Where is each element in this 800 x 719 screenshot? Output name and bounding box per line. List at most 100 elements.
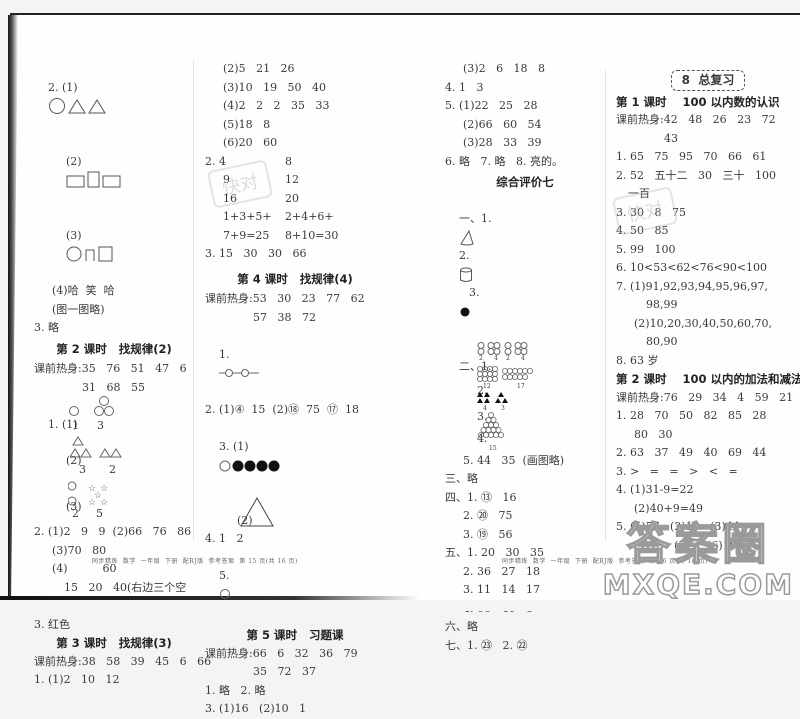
circle-pyramid-icon bbox=[478, 411, 504, 438]
answer-line: (4)2 2 2 35 33 bbox=[223, 99, 330, 112]
answer-line: 3. 11 14 17 bbox=[463, 583, 540, 596]
answer-label: 一、1. bbox=[459, 212, 492, 225]
answer-line: (2) bbox=[205, 494, 385, 530]
sphere-icon bbox=[460, 307, 470, 316]
answer-number: 15 bbox=[489, 444, 497, 452]
lesson-heading: 第 2 课时 100 以内的加法和减法 bbox=[616, 372, 800, 386]
svg-text:☆: ☆ bbox=[88, 498, 96, 508]
cone-icon bbox=[460, 229, 474, 245]
answer-label: 2. bbox=[459, 249, 470, 262]
answer-label: 2. (1) bbox=[48, 80, 78, 94]
answer-line: 7. (1)91,92,93,94,95,96,97, bbox=[616, 279, 769, 293]
warmup-line: 57 38 72 bbox=[253, 310, 316, 324]
answer-line: 80,90 bbox=[646, 335, 678, 348]
shapes-circle-square-icon bbox=[66, 246, 113, 262]
warmup-line: 35 72 37 bbox=[253, 665, 316, 678]
answer-line: 1. 65 75 95 70 66 61 bbox=[616, 150, 767, 163]
answer-line: 5. 99 100 bbox=[616, 242, 676, 256]
answer-right: 8+10=30 bbox=[285, 228, 339, 242]
answer-right: 2+4+6+ bbox=[285, 210, 334, 223]
answer-left: 1+3+5+ bbox=[223, 210, 272, 223]
answer-line: 2. 63 37 49 40 69 44 bbox=[616, 446, 767, 459]
answer-line: 2. (1)④ 15 (2)⑱ 75 ⑰ 18 bbox=[205, 403, 359, 416]
answer-number: 2 bbox=[72, 507, 79, 520]
answer-line: (6)20 60 bbox=[223, 136, 278, 149]
warmup-line: 课前热身:76 29 34 4 59 21 bbox=[616, 390, 794, 404]
answer-column-2: (2)5 21 26 (3)10 19 50 40 (4)2 2 2 35 33… bbox=[205, 60, 385, 719]
answer-line: 2. (1) bbox=[34, 60, 194, 134]
answer-line: 3. 15 30 30 66 bbox=[205, 247, 307, 260]
answer-line: 6. 略 7. 略 8. 亮的。 bbox=[445, 154, 563, 168]
answer-label: 5. bbox=[219, 568, 230, 582]
answer-line: (2)5 21 26 bbox=[223, 62, 295, 75]
answer-line: 1. 略 2. 略 bbox=[205, 683, 266, 697]
answer-line: (2)40+9=49 bbox=[634, 501, 704, 515]
answer-line: 1. (1)2 10 12 bbox=[34, 673, 120, 686]
answer-line: 80 30 bbox=[634, 427, 673, 441]
unit-heading: 8 总复习 bbox=[616, 70, 800, 91]
answer-line: 1+3+5+ 2+4+6+ bbox=[205, 208, 385, 227]
answer-line: 7+9=25 8+10=30 bbox=[205, 227, 385, 246]
answer-line: (3)2 6 18 8 bbox=[463, 62, 546, 75]
shapes-circle-triangle-triangle-icon bbox=[49, 98, 106, 114]
answer-line: (5)18 8 bbox=[223, 117, 271, 131]
evaluation-heading: 综合评价七 bbox=[496, 175, 554, 189]
unit-title: 总复习 bbox=[698, 73, 735, 87]
viewer-bottom-bar bbox=[0, 600, 800, 611]
answer-label: 3. (1) bbox=[219, 440, 249, 453]
answer-line: 1. 28 70 50 82 85 28 bbox=[616, 409, 767, 422]
answer-number: 2 bbox=[109, 463, 116, 476]
answer-line: 2. ⑳ 75 bbox=[463, 509, 513, 522]
answer-line: 2. 12 17 bbox=[445, 364, 605, 397]
answer-column-3: (3)2 6 18 8 4. 1 3 5. (1)22 25 28 (2)66 … bbox=[445, 60, 605, 655]
answer-line: 2. 36 27 18 bbox=[463, 564, 540, 578]
unit-number: 8 bbox=[681, 73, 690, 87]
warmup-line: 课前热身:42 48 26 23 72 bbox=[616, 113, 776, 126]
answer-line: (2)10,20,30,40,50,60,70, bbox=[634, 316, 773, 330]
watermark-text: 快对 bbox=[220, 171, 261, 200]
answer-line: 一、1. 2. 3. bbox=[445, 192, 605, 340]
answer-right: 12 bbox=[285, 173, 299, 186]
answer-line: 3. ⑲ 56 bbox=[463, 527, 513, 541]
answer-line: 1. bbox=[205, 327, 385, 401]
answer-label: (2) bbox=[66, 154, 82, 168]
answer-line: 5. (1)22 25 28 bbox=[445, 99, 538, 112]
lesson-heading: 第 4 课时 找规律(4) bbox=[237, 271, 353, 286]
triangle-dots-icon bbox=[240, 496, 274, 526]
warmup-line: 课前热身:53 30 23 77 62 bbox=[205, 292, 365, 305]
answer-line: 4. (1)31-9=22 bbox=[616, 483, 694, 496]
brand-watermark-en: MXQE.COM bbox=[602, 568, 794, 602]
answer-line: 3. 略 bbox=[34, 321, 59, 334]
answer-line: (图一图略) bbox=[52, 302, 105, 316]
lesson-heading: 第 1 课时 100 以内数的认识 bbox=[616, 94, 780, 109]
answer-line: (4)哈 笑 哈 bbox=[52, 284, 115, 297]
answer-column-1: 2. (1) (2) (3) (4)哈 笑 哈 (图一图略) 3. 略 第 2 … bbox=[34, 60, 212, 690]
answer-line: (2)66 60 54 bbox=[463, 117, 542, 131]
answer-line: (3) bbox=[34, 208, 194, 282]
answer-line: 98,99 bbox=[646, 298, 678, 311]
column-divider bbox=[605, 70, 606, 540]
page-footer: 同步精练 数学 一年级 下册 配RJ版 参考答案 第 15 页(共 16 页) bbox=[92, 558, 298, 565]
warmup-line: 课前热身:35 76 51 47 6 bbox=[34, 362, 187, 375]
answer-right: 8 bbox=[285, 154, 292, 168]
answer-line: 二、1. 2 4 2 4 bbox=[445, 340, 605, 373]
answer-line: 4. 1 3 bbox=[445, 80, 484, 94]
answer-line: (2) bbox=[34, 134, 194, 208]
unit-heading-box: 8 总复习 bbox=[670, 70, 746, 91]
answer-line: 3. (1)16 (2)10 1 bbox=[205, 702, 307, 715]
answer-line: (2) 3 2 bbox=[34, 433, 194, 479]
bead-string-icon bbox=[219, 369, 259, 377]
circle-star-pattern-icon: ☆ ☆ ☆ ☆ ☆ bbox=[68, 481, 108, 508]
answer-line: (3) ☆ ☆ ☆ ☆ ☆ 2 5 bbox=[34, 479, 194, 523]
answer-line: 3. 4 3 bbox=[445, 390, 605, 423]
lesson-heading: 第 5 课时 习题课 bbox=[246, 628, 344, 642]
viewer-top-bar bbox=[0, 0, 800, 12]
answer-line: 3. (1) bbox=[205, 420, 385, 494]
answer-label: 1. bbox=[219, 347, 230, 361]
warmup-line: 课前热身:38 58 39 45 6 66 bbox=[34, 654, 212, 668]
brand-watermark-cn: 答案圈 bbox=[626, 519, 771, 570]
answer-line: 3. > = = > < = bbox=[616, 464, 738, 478]
warmup-line: 课前热身:66 6 32 36 79 bbox=[205, 646, 358, 660]
answer-line: 1. (1) 1 3 bbox=[34, 396, 194, 433]
answer-line: 4. 15 bbox=[445, 411, 605, 452]
